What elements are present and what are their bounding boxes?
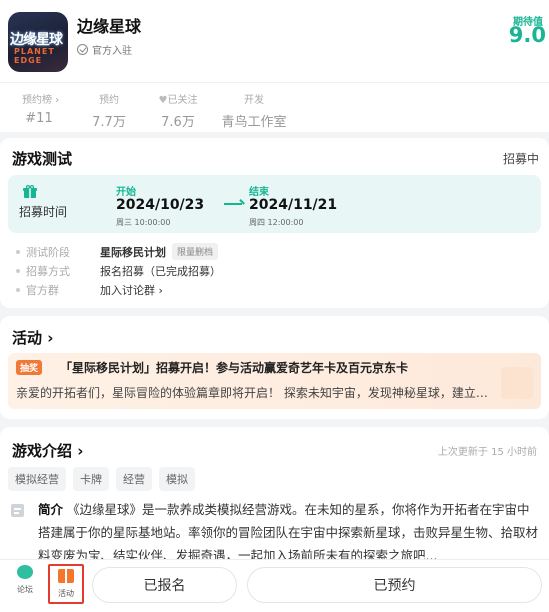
game-logo-subtext: PLANET EDGE [14,47,55,65]
stat-value: 青鸟工作室 [221,115,287,130]
verified-check-icon [77,44,88,55]
registered-button[interactable]: 已报名 [92,567,237,603]
end-time: 周四 12:00:00 [249,218,304,227]
stat-value: 7.6万 [161,115,195,130]
stat-label: 开发 [244,95,264,106]
activity-tab[interactable]: 活动 [48,564,84,604]
intro-title[interactable]: 游戏介绍 › [12,440,83,461]
row-value: 星际移民计划 [100,245,166,259]
tag-card[interactable]: 卡牌 [73,467,109,491]
tag-management[interactable]: 经营 [116,467,152,491]
activity-tab-label: 活动 [58,589,74,598]
reserved-button[interactable]: 已预约 [247,567,542,603]
bullet-dot [16,269,20,273]
bottom-action-bar: 论坛 活动 已报名 已预约 [0,559,549,612]
recruit-method-row: 招募方式 报名招募（已完成招募） [16,263,221,279]
row-key: 招募方式 [26,265,70,278]
game-icon[interactable]: 边缘星球 PLANET EDGE [8,12,68,72]
row-key: 官方群 [26,284,59,297]
test-phase-row: 测试阶段 星际移民计划 限量删档 [16,243,219,260]
gift-icon [23,185,37,198]
row-key: 测试阶段 [26,245,70,259]
tag-simulation-management[interactable]: 模拟经营 [8,467,66,491]
lottery-badge: 抽奖 [16,360,43,375]
stat-label: ♥已关注 [158,95,198,106]
recruit-status: 招募中 [502,152,539,166]
desc-text: 《边缘星球》是一款养成类模拟经营游戏。在未知的星系，你将作为开拓者在宇宙中搭建属… [38,502,538,563]
game-logo-text: 边缘星球 [10,32,63,48]
start-time: 周三 10:00:00 [116,218,171,227]
update-time: 上次更新于 15 小时前 [437,447,537,458]
section-title: 游戏测试 [12,150,73,168]
recruit-time-box: 招募时间 开始 2024/10/23 周三 10:00:00 结束 2024/1… [8,175,541,233]
stat-followers: ♥已关注 7.6万 [158,91,198,130]
arrow-right-icon [224,203,242,205]
official-label: 官方入驻 [92,46,132,57]
bullet-dot [16,249,20,254]
banner-title: 「星际移民计划」招募开启！参与活动赢爱奇艺年卡及百元京东卡 [60,361,409,375]
stat-value: 7.7万 [92,115,126,130]
gift-icon [58,569,74,583]
stat-value: #11 [25,111,53,126]
banner-desc: 亲爱的开拓者们，星际冒险的体验篇章即将开启！ 探索未知宇宙，发现神秘星球，建立… [16,386,488,400]
gift-decoration-icon [501,367,533,399]
game-header: 边缘星球 PLANET EDGE 边缘星球 官方入驻 期待值 9.0 [0,0,549,82]
forum-icon [17,565,33,579]
stat-label: 预约榜 › [22,95,60,106]
bullet-dot [16,288,20,292]
official-group-row: 官方群 加入讨论群 › [16,282,163,298]
recruit-time-label: 招募时间 [19,205,68,219]
game-intro-card: 游戏介绍 › 上次更新于 15 小时前 模拟经营 卡牌 经营 模拟 简介 《边缘… [0,427,549,567]
activity-card: 活动 › 抽奖 「星际移民计划」招募开启！参与活动赢爱奇艺年卡及百元京东卡 亲爱… [0,316,549,419]
tag-simulation[interactable]: 模拟 [159,467,195,491]
activity-banner[interactable]: 抽奖 「星际移民计划」招募开启！参与活动赢爱奇艺年卡及百元京东卡 亲爱的开拓者们… [8,353,541,409]
stat-developer[interactable]: 开发 青鸟工作室 [220,91,288,130]
start-label: 开始 [116,187,136,198]
expectation-score: 9.0 [508,23,546,47]
end-date: 2024/11/21 [249,197,338,213]
desc-label: 简介 [38,502,64,517]
limited-tag: 限量删档 [172,243,219,260]
stats-bar: 预约榜 › #11 预约 7.7万 ♥已关注 7.6万 开发 青鸟工作室 [0,82,549,132]
stat-ranking[interactable]: 预约榜 › #11 [22,91,60,126]
end-label: 结束 [249,187,269,198]
document-icon [11,504,24,517]
game-description[interactable]: 简介 《边缘星球》是一款养成类模拟经营游戏。在未知的星系，你将作为开拓者在宇宙中… [38,498,538,567]
game-test-card: 游戏测试 招募中 招募时间 开始 2024/10/23 周三 10:00:00 … [0,138,549,308]
game-title: 边缘星球 [77,17,142,36]
forum-label: 论坛 [17,585,33,594]
official-badge: 官方入驻 [77,42,132,57]
activity-title[interactable]: 活动 › [12,327,53,348]
forum-tab[interactable]: 论坛 [8,565,42,595]
start-date: 2024/10/23 [116,197,205,213]
genre-tags: 模拟经营 卡牌 经营 模拟 [8,467,195,491]
row-value: 报名招募（已完成招募） [100,265,221,278]
stat-reservations: 预约 7.7万 [92,91,126,130]
stat-label: 预约 [99,95,119,106]
join-group-link[interactable]: 加入讨论群 › [100,282,163,298]
